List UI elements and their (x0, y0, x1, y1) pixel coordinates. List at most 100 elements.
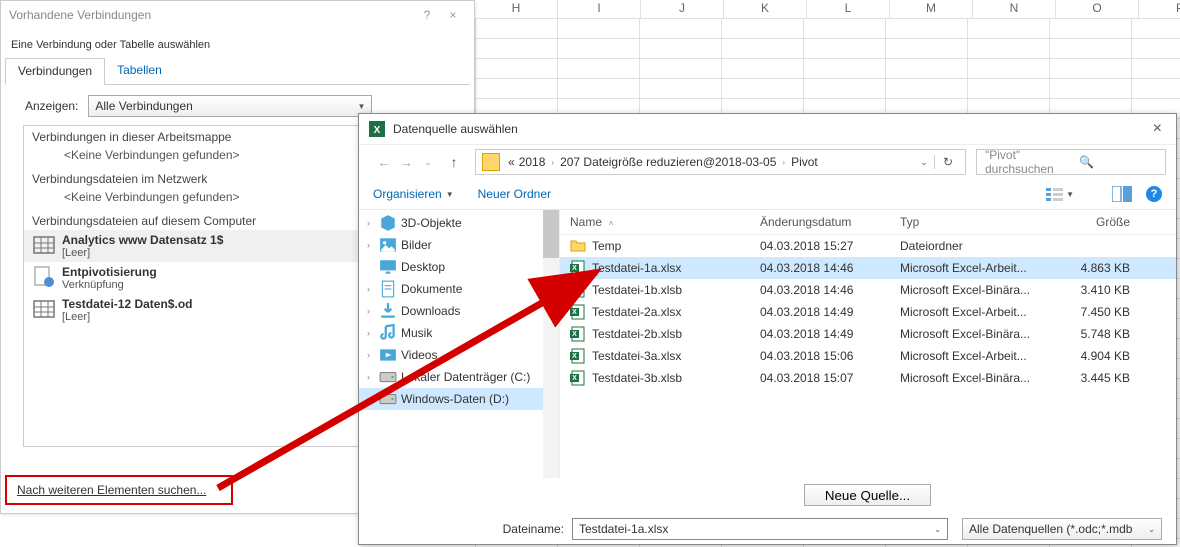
folder-tree: ›3D-Objekte›Bilder Desktop ›Dokumente›Down… (359, 210, 560, 478)
column-header[interactable]: N (973, 0, 1056, 18)
new-source-button[interactable]: Neue Quelle... (804, 484, 931, 506)
search-input[interactable]: "Pivot" durchsuchen 🔍 (976, 149, 1166, 175)
tree-node[interactable]: ›3D-Objekte (359, 212, 559, 234)
nav-history-icon[interactable]: ⌄ (417, 157, 439, 168)
excel-file-icon: X (570, 326, 586, 342)
column-header[interactable]: L (807, 0, 890, 18)
file-type: Dateiordner (900, 239, 1060, 253)
scrollbar-thumb[interactable] (543, 210, 559, 258)
file-date: 04.03.2018 14:49 (760, 327, 900, 341)
excel-file-icon: X (570, 348, 586, 364)
expand-icon[interactable]: › (367, 328, 379, 338)
tree-label: Musik (401, 326, 432, 340)
file-name: Testdatei-1b.xlsb (592, 283, 682, 297)
refresh-icon[interactable]: ↻ (934, 155, 961, 169)
chevron-down-icon[interactable]: ⌄ (934, 525, 941, 534)
excel-file-icon: X (570, 260, 586, 276)
column-header[interactable]: I (558, 0, 641, 18)
chevron-down-icon[interactable]: ▼ (446, 190, 454, 199)
file-row[interactable]: XTestdatei-3a.xlsx04.03.2018 15:06Micros… (560, 345, 1176, 367)
file-row[interactable]: XTestdatei-1b.xlsb04.03.2018 14:46Micros… (560, 279, 1176, 301)
filename-label: Dateiname: (503, 522, 564, 536)
close-icon[interactable]: × (440, 8, 466, 22)
tree-node[interactable]: ›Bilder (359, 234, 559, 256)
column-header[interactable]: O (1056, 0, 1139, 18)
folder-icon (482, 153, 500, 171)
file-row[interactable]: XTestdatei-2a.xlsx04.03.2018 14:49Micros… (560, 301, 1176, 323)
connection-title: Analytics www Datensatz 1$ (62, 233, 223, 247)
tree-node[interactable]: ›Windows-Daten (D:) (359, 388, 559, 410)
file-date: 04.03.2018 15:07 (760, 371, 900, 385)
tree-node[interactable]: ›Downloads (359, 300, 559, 322)
expand-icon[interactable]: › (367, 306, 379, 316)
file-type: Microsoft Excel-Binära... (900, 371, 1060, 385)
close-icon[interactable]: × (1149, 120, 1166, 138)
download-icon (379, 303, 397, 319)
tree-node[interactable]: ›Videos (359, 344, 559, 366)
chevron-down-icon[interactable]: ▼ (1066, 190, 1074, 199)
tab-connections[interactable]: Verbindungen (5, 58, 105, 85)
disk-icon (379, 391, 397, 407)
new-folder-button[interactable]: Neuer Ordner (478, 187, 551, 201)
svg-text:X: X (572, 309, 577, 316)
help-icon[interactable]: ? (1146, 186, 1162, 202)
tree-label: Lokaler Datenträger (C:) (401, 370, 530, 384)
help-icon[interactable]: ? (414, 8, 440, 22)
column-header[interactable]: K (724, 0, 807, 18)
preview-pane-icon[interactable] (1112, 186, 1132, 202)
tab-tables[interactable]: Tabellen (105, 58, 174, 85)
file-date: 04.03.2018 14:46 (760, 261, 900, 275)
file-date: 04.03.2018 14:49 (760, 305, 900, 319)
expand-icon[interactable]: › (367, 350, 379, 360)
expand-icon[interactable]: › (367, 394, 379, 404)
video-icon (379, 347, 397, 363)
column-date[interactable]: Änderungsdatum (760, 215, 900, 229)
expand-icon[interactable]: › (367, 218, 379, 228)
tree-node[interactable]: › Lokaler Datenträger (C:) (359, 366, 559, 388)
file-name: Testdatei-3b.xlsb (592, 371, 682, 385)
desktop-icon (379, 259, 397, 275)
expand-icon[interactable]: › (367, 372, 379, 382)
expand-icon[interactable]: › (367, 240, 379, 250)
nav-up-icon[interactable]: ↑ (443, 154, 465, 170)
show-combobox[interactable]: Alle Verbindungen ▼ (88, 95, 372, 117)
chevron-down-icon[interactable]: ⌄ (914, 157, 934, 168)
svg-text:X: X (572, 353, 577, 360)
tree-node[interactable]: Desktop (359, 256, 559, 278)
file-size: 3.445 KB (1060, 371, 1130, 385)
column-size[interactable]: Größe (1060, 215, 1130, 229)
column-header[interactable]: H (475, 0, 558, 18)
view-mode-icon[interactable] (1046, 186, 1066, 202)
tree-node[interactable]: ›Dokumente (359, 278, 559, 300)
doc-icon (379, 281, 397, 297)
column-header[interactable]: P (1139, 0, 1180, 18)
tree-node[interactable]: › Musik (359, 322, 559, 344)
excel-file-icon: X (570, 304, 586, 320)
file-row[interactable]: Temp04.03.2018 15:27Dateiordner (560, 235, 1176, 257)
filetype-filter[interactable]: Alle Datenquellen (*.odc;*.mdb ⌄ (962, 518, 1162, 540)
search-more-link[interactable]: Nach weiteren Elementen suchen... (5, 475, 233, 505)
organize-button[interactable]: Organisieren (373, 187, 442, 201)
dialog-title: Datenquelle auswählen (393, 122, 518, 136)
file-row[interactable]: X Testdatei-3b.xlsb 04.03.2018 15:07Micros… (560, 367, 1176, 389)
tree-label: Desktop (401, 260, 445, 274)
file-date: 04.03.2018 14:46 (760, 283, 900, 297)
file-size: 7.450 KB (1060, 305, 1130, 319)
file-type: Microsoft Excel-Binära... (900, 327, 1060, 341)
filename-input[interactable]: Testdatei-1a.xlsx ⌄ (572, 518, 948, 540)
breadcrumb[interactable]: « 2018 › 207 Dateigröße reduzieren@2018-… (475, 149, 966, 175)
column-name[interactable]: Name ˄ (570, 215, 760, 229)
column-header[interactable]: J (641, 0, 724, 18)
file-row[interactable]: XTestdatei-2b.xlsb04.03.2018 14:49Micros… (560, 323, 1176, 345)
disk-icon (379, 369, 397, 385)
nav-back-icon[interactable]: ← (373, 154, 395, 170)
excel-file-icon: X (570, 370, 586, 386)
connection-icon (32, 297, 56, 321)
column-type[interactable]: Typ (900, 215, 1060, 229)
select-datasource-dialog: X Datenquelle auswählen × ← → ⌄ ↑ « 2018… (358, 113, 1177, 545)
expand-icon[interactable]: › (367, 284, 379, 294)
column-header[interactable]: M (890, 0, 973, 18)
excel-icon: X (369, 121, 385, 137)
file-row[interactable]: XTestdatei-1a.xlsx04.03.2018 14:46Micros… (560, 257, 1176, 279)
picture-icon (379, 237, 397, 253)
